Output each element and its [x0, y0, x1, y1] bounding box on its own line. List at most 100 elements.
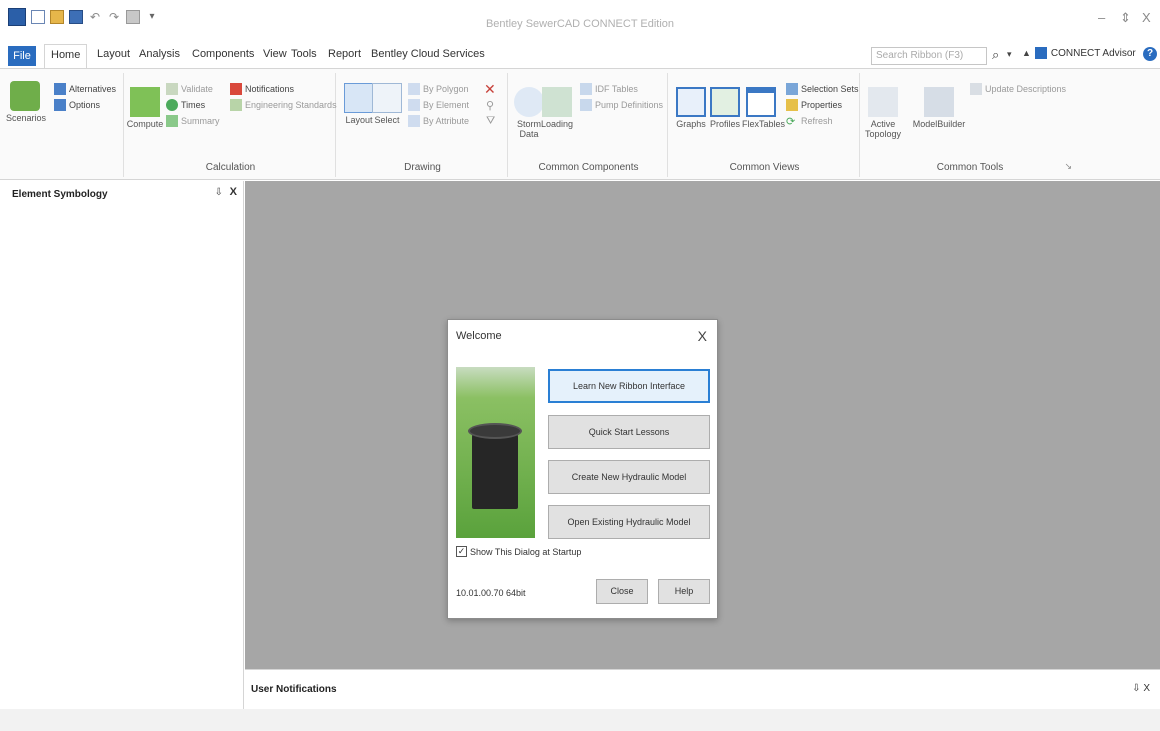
- select-by-element-button[interactable]: By Element: [408, 99, 469, 111]
- alternatives-button[interactable]: Alternatives: [54, 83, 116, 95]
- drawing-group-label: Drawing: [404, 162, 441, 173]
- active-topology-button[interactable]: Active Topology: [864, 87, 902, 139]
- alternatives-icon: [54, 83, 66, 95]
- select-label: Select: [374, 115, 400, 125]
- common-tools-group-label: Common Tools: [936, 162, 1004, 173]
- dialog-close-icon[interactable]: X: [698, 328, 707, 344]
- profiles-label: Profiles: [709, 119, 740, 129]
- tab-layout[interactable]: Layout: [97, 48, 130, 60]
- filter-icon[interactable]: ⛛: [486, 115, 495, 128]
- select-by-attribute-button[interactable]: By Attribute: [408, 115, 469, 127]
- flextables-icon: [746, 87, 776, 117]
- attribute-icon: [408, 115, 420, 127]
- welcome-dialog: Welcome X Learn New Ribbon Interface Qui…: [447, 319, 718, 619]
- user-notifications-controls[interactable]: ⇩ X: [1132, 683, 1150, 694]
- modelbuilder-button[interactable]: ModelBuilder: [912, 87, 966, 129]
- search-dropdown-icon[interactable]: ▾: [1007, 49, 1012, 60]
- refresh-button[interactable]: ⟳ Refresh: [786, 115, 833, 128]
- modelbuilder-icon: [924, 87, 954, 117]
- connect-advisor-icon: [1034, 47, 1047, 59]
- user-notifications-panel: User Notifications ⇩ X: [245, 669, 1160, 709]
- validate-icon: [166, 83, 178, 95]
- compute-label: Compute: [126, 119, 164, 129]
- tab-tools[interactable]: Tools: [291, 48, 317, 60]
- tab-view[interactable]: View: [263, 48, 287, 60]
- times-icon: [166, 99, 178, 111]
- options-label: Options: [69, 100, 101, 110]
- graphs-button[interactable]: Graphs: [672, 87, 710, 129]
- checkbox-checked-icon: ✓: [456, 546, 467, 557]
- close-window-button[interactable]: X: [1142, 10, 1151, 25]
- quick-start-lessons-button[interactable]: Quick Start Lessons: [548, 415, 710, 449]
- refresh-icon: ⟳: [786, 116, 796, 128]
- profiles-button[interactable]: Profiles: [706, 87, 744, 129]
- flextables-label: FlexTables: [742, 119, 786, 129]
- show-dialog-checkbox[interactable]: ✓ Show This Dialog at Startup: [456, 546, 581, 557]
- select-button[interactable]: Select: [368, 83, 406, 125]
- notifications-button[interactable]: Notifications: [230, 83, 294, 95]
- update-descriptions-icon: [970, 83, 982, 95]
- open-model-button[interactable]: Open Existing Hydraulic Model: [548, 505, 710, 539]
- tab-analysis[interactable]: Analysis: [139, 48, 180, 60]
- delete-icon[interactable]: ✕: [484, 81, 496, 98]
- properties-button[interactable]: Properties: [786, 99, 842, 111]
- engineering-standards-button[interactable]: Engineering Standards: [230, 99, 337, 111]
- profiles-icon: [710, 87, 740, 117]
- search-icon[interactable]: ⌕: [992, 47, 999, 63]
- properties-icon: [786, 99, 798, 111]
- element-symbology-panel: Element Symbology ⇩ X: [8, 181, 244, 731]
- times-button[interactable]: Times: [166, 99, 205, 111]
- tab-report[interactable]: Report: [328, 48, 361, 60]
- group-scenarios: Scenarios Alternatives Options: [0, 73, 124, 177]
- scenarios-button[interactable]: Scenarios: [6, 81, 47, 123]
- close-panel-button[interactable]: X: [230, 186, 237, 198]
- minimize-button[interactable]: –: [1098, 10, 1105, 25]
- update-descriptions-button[interactable]: Update Descriptions: [970, 83, 1066, 95]
- idf-tables-icon: [580, 83, 592, 95]
- group-common-components: Storm Data Loading IDF Tables Pump Defin…: [510, 73, 668, 177]
- learn-ribbon-button[interactable]: Learn New Ribbon Interface: [548, 369, 710, 403]
- validate-label: Validate: [181, 84, 213, 94]
- pipe-shape: [472, 429, 518, 509]
- group-common-tools: Active Topology ModelBuilder Update Desc…: [862, 73, 1078, 177]
- scenarios-label: Scenarios: [6, 113, 47, 123]
- update-descriptions-label: Update Descriptions: [985, 84, 1067, 94]
- close-button[interactable]: Close: [596, 579, 648, 604]
- select-by-polygon-button[interactable]: By Polygon: [408, 83, 469, 95]
- common-views-group-label: Common Views: [729, 162, 800, 173]
- selection-sets-button[interactable]: Selection Sets: [786, 83, 859, 95]
- common-components-group-label: Common Components: [538, 162, 639, 173]
- version-label: 10.01.00.70 64bit: [456, 588, 526, 598]
- help-icon[interactable]: ?: [1143, 47, 1157, 61]
- tab-bentley-cloud-services[interactable]: Bentley Cloud Services: [371, 48, 485, 60]
- options-button[interactable]: Options: [54, 99, 100, 111]
- tab-components[interactable]: Components: [192, 48, 254, 60]
- show-dialog-label: Show This Dialog at Startup: [470, 546, 582, 557]
- tab-file[interactable]: File: [8, 46, 36, 66]
- create-model-button[interactable]: Create New Hydraulic Model: [548, 460, 710, 494]
- group-drawing: Layout Select By Polygon By Element By A…: [338, 73, 508, 177]
- caret-up-icon: ▲: [1022, 48, 1031, 58]
- tab-home[interactable]: Home: [44, 44, 88, 68]
- summary-label: Summary: [181, 116, 220, 126]
- compute-button[interactable]: Compute: [126, 87, 164, 129]
- pump-definitions-icon: [580, 99, 592, 111]
- help-button[interactable]: Help: [658, 579, 710, 604]
- by-attribute-label: By Attribute: [423, 116, 470, 126]
- validate-button[interactable]: Validate: [166, 83, 213, 95]
- active-topology-icon: [868, 87, 898, 117]
- connect-advisor[interactable]: ▲ CONNECT Advisor: [1022, 47, 1136, 59]
- flextables-button[interactable]: FlexTables: [742, 87, 785, 129]
- summary-button[interactable]: Summary: [166, 115, 220, 127]
- pin-icon[interactable]: ⇩: [215, 187, 223, 198]
- loading-button[interactable]: Loading: [538, 87, 576, 129]
- idf-tables-button[interactable]: IDF Tables: [580, 83, 638, 95]
- status-bar: [0, 709, 1160, 731]
- group-common-views: Graphs Profiles FlexTables Selection Set…: [670, 73, 860, 177]
- dialog-launcher-icon[interactable]: ↘: [1064, 161, 1072, 172]
- ribbon-search-input[interactable]: Search Ribbon (F3): [871, 47, 987, 65]
- pump-definitions-button[interactable]: Pump Definitions: [580, 99, 663, 111]
- find-icon[interactable]: ⚲: [486, 99, 494, 112]
- maximize-button[interactable]: ⇕: [1120, 10, 1131, 26]
- element-symbology-title: Element Symbology: [12, 189, 108, 200]
